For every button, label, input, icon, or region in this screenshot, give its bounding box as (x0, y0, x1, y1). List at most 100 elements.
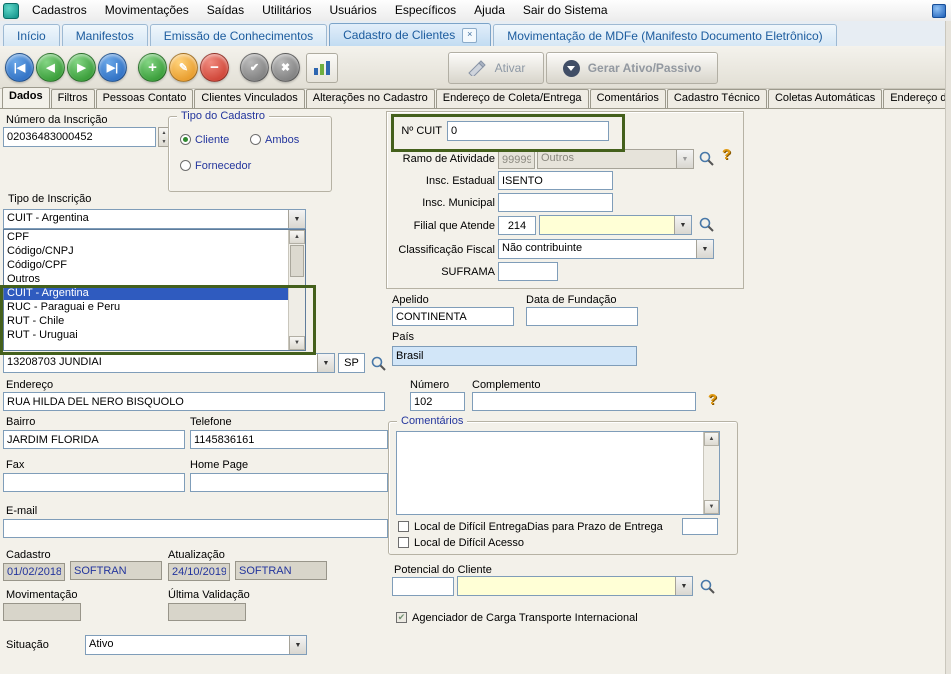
tab-movimentacao-mdfe[interactable]: Movimentação de MDFe (Manifesto Document… (493, 24, 837, 46)
pencil-icon: ✎ (178, 62, 189, 74)
menu-utilitarios[interactable]: Utilitários (253, 0, 320, 21)
comentarios-textarea[interactable] (396, 431, 720, 515)
suframa-input[interactable] (498, 262, 558, 281)
menu-usuarios[interactable]: Usuários (320, 0, 385, 21)
telefone-input[interactable] (190, 430, 388, 449)
dropdown-option[interactable]: RUT - Uruguai (4, 328, 292, 342)
scroll-up-icon[interactable] (289, 230, 305, 244)
potencial-search-icon[interactable] (699, 578, 716, 595)
data-fundacao-input[interactable] (526, 307, 638, 326)
dropdown-option[interactable]: RUC - Paraguai e Peru (4, 300, 292, 314)
form-tab-coletas-automaticas[interactable]: Coletas Automáticas (767, 89, 883, 108)
form-tab-filtros[interactable]: Filtros (50, 89, 95, 108)
numero-inscricao-input[interactable] (3, 127, 156, 147)
situacao-label: Situação (6, 639, 49, 651)
edit-button[interactable]: ✎ (169, 53, 198, 82)
tab-manifestos[interactable]: Manifestos (61, 24, 148, 46)
add-icon: + (148, 59, 157, 76)
delete-button[interactable]: − (200, 53, 229, 82)
form-tabstrip: Dados Filtros Pessoas Contato Clientes V… (0, 87, 951, 108)
radio-cliente[interactable] (180, 134, 191, 145)
menu-especificos[interactable]: Específicos (386, 0, 465, 21)
confirm-button[interactable]: ✔ (240, 53, 269, 82)
minus-icon: − (210, 59, 219, 76)
insc-municipal-input[interactable] (498, 193, 613, 212)
window-icon (932, 4, 946, 18)
dropdown-option[interactable]: RUT - Chile (4, 314, 292, 328)
potencial-cliente-input[interactable] (392, 577, 454, 596)
apelido-input[interactable] (392, 307, 514, 326)
ramo-atividade-label: Ramo de Atividade (402, 153, 495, 165)
dias-prazo-input[interactable] (682, 518, 718, 535)
nav-first-button[interactable]: |◀ (5, 53, 34, 82)
pais-input[interactable] (392, 346, 637, 366)
document-tabbar: Início Manifestos Emissão de Conheciment… (0, 21, 951, 47)
dificil-entrega-checkbox[interactable] (398, 521, 409, 532)
fax-input[interactable] (3, 473, 185, 492)
chart-button[interactable] (306, 53, 338, 83)
menu-sair[interactable]: Sair do Sistema (514, 0, 617, 21)
uf-input[interactable] (338, 353, 365, 373)
scroll-down-icon[interactable] (289, 336, 305, 350)
radio-ambos[interactable] (250, 134, 261, 145)
home-page-input[interactable] (190, 473, 388, 492)
ramo-search-icon[interactable] (698, 150, 715, 167)
nav-next-button[interactable]: ▶ (67, 53, 96, 82)
cep-municipio-combo[interactable]: 13208703 JUNDIAI (3, 353, 335, 373)
insc-estadual-input[interactable] (498, 171, 613, 190)
filial-search-icon[interactable] (698, 216, 715, 233)
add-button[interactable]: + (138, 53, 167, 82)
situacao-combo[interactable]: Ativo (85, 635, 307, 655)
menu-saidas[interactable]: Saídas (198, 0, 253, 21)
tab-close-icon[interactable] (462, 27, 478, 43)
form-tab-alteracoes-cadastro[interactable]: Alterações no Cadastro (305, 89, 435, 108)
filial-atende-label: Filial que Atende (413, 220, 495, 232)
dropdown-option-selected[interactable]: CUIT - Argentina (4, 286, 292, 300)
filial-atende-combo[interactable] (539, 215, 692, 235)
tab-cadastro-clientes[interactable]: Cadastro de Clientes (329, 23, 492, 46)
classificacao-fiscal-combo[interactable]: Não contribuinte (498, 239, 714, 259)
menu-movimentacoes[interactable]: Movimentações (96, 0, 198, 21)
numero-input[interactable] (410, 392, 465, 411)
form-tab-pessoas-contato[interactable]: Pessoas Contato (95, 89, 194, 108)
dropdown-arrow-icon (674, 216, 691, 234)
nav-last-button[interactable]: ▶| (98, 53, 127, 82)
agenciador-checkbox[interactable] (396, 612, 407, 623)
dificil-acesso-checkbox[interactable] (398, 537, 409, 548)
dropdown-option[interactable]: Código/CNPJ (4, 244, 292, 258)
dropdown-option[interactable]: CPF (4, 230, 292, 244)
complemento-help-icon[interactable]: ? (705, 391, 720, 408)
complemento-input[interactable] (472, 392, 696, 411)
form-tab-clientes-vinculados[interactable]: Clientes Vinculados (194, 89, 305, 108)
bairro-input[interactable] (3, 430, 185, 449)
ativar-button[interactable]: Ativar (448, 52, 544, 84)
menu-cadastros[interactable]: Cadastros (23, 0, 96, 21)
bairro-label: Bairro (6, 416, 36, 428)
filial-atende-input[interactable] (498, 216, 536, 235)
dropdown-scrollbar[interactable] (288, 230, 305, 350)
ramo-atividade-code-input (498, 150, 535, 169)
menu-ajuda[interactable]: Ajuda (465, 0, 514, 21)
form-tab-comentarios[interactable]: Comentários (589, 89, 666, 108)
radio-fornecedor[interactable] (180, 160, 191, 171)
cep-search-icon[interactable] (370, 355, 387, 372)
tab-inicio[interactable]: Início (3, 24, 60, 46)
form-tab-dados[interactable]: Dados (2, 87, 50, 108)
cuit-input[interactable] (447, 121, 609, 141)
cancel-button[interactable]: ✖ (271, 53, 300, 82)
form-tab-endereco-coleta[interactable]: Endereço de Coleta/Entrega (435, 89, 589, 108)
dropdown-option[interactable]: Outros (4, 272, 292, 286)
dropdown-option[interactable]: Código/CPF (4, 258, 292, 272)
ramo-help-icon[interactable]: ? (719, 146, 734, 163)
form-tab-endereco-cobranca[interactable]: Endereço de C (883, 89, 951, 108)
form-tab-cadastro-tecnico[interactable]: Cadastro Técnico (666, 89, 767, 108)
gerar-ativo-passivo-button[interactable]: Gerar Ativo/Passivo (546, 52, 718, 84)
nav-prev-button[interactable]: ◀ (36, 53, 65, 82)
tab-emissao-conhecimentos[interactable]: Emissão de Conhecimentos (149, 24, 328, 46)
apelido-label: Apelido (392, 294, 429, 306)
potencial-cliente-combo[interactable] (457, 576, 693, 596)
comentarios-scrollbar[interactable] (703, 432, 719, 514)
endereco-input[interactable] (3, 392, 385, 411)
tipo-inscricao-combo[interactable]: CUIT - Argentina (3, 209, 306, 229)
email-input[interactable] (3, 519, 388, 538)
